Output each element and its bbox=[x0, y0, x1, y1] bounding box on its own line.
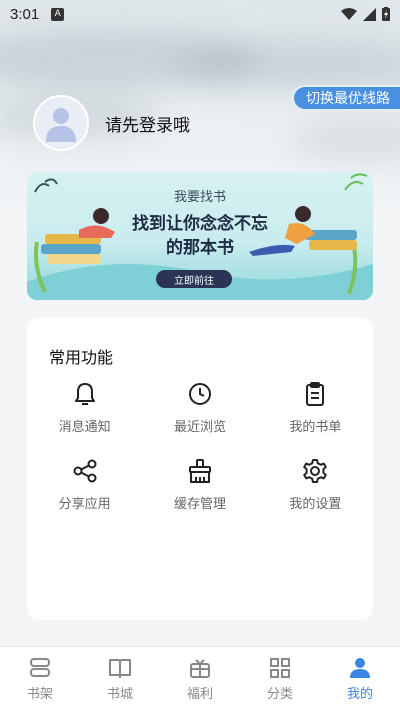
switch-route-button[interactable]: 切换最优线路 bbox=[292, 85, 400, 111]
tab-welfare[interactable]: 福利 bbox=[160, 647, 240, 712]
bell-icon bbox=[74, 383, 95, 405]
function-label: 缓存管理 bbox=[173, 497, 226, 512]
user-avatar-icon bbox=[46, 108, 76, 142]
signal-icon bbox=[363, 7, 376, 21]
gift-icon bbox=[190, 659, 210, 678]
profile-section[interactable]: 请先登录哦 bbox=[33, 95, 190, 151]
tab-label: 书架 bbox=[26, 687, 53, 702]
tab-label: 我的 bbox=[346, 687, 373, 702]
battery-icon bbox=[382, 7, 390, 21]
tab-label: 分类 bbox=[266, 687, 293, 702]
function-settings[interactable]: 我的设置 bbox=[258, 457, 373, 512]
open-book-icon bbox=[109, 659, 131, 678]
status-time: 3:01 bbox=[10, 5, 40, 23]
notification-badge-icon: A bbox=[51, 7, 65, 21]
broom-icon bbox=[188, 459, 211, 483]
person-icon bbox=[350, 658, 370, 678]
banner-headline: 找到让你念念不忘 的那本书 bbox=[27, 212, 373, 260]
login-prompt[interactable]: 请先登录哦 bbox=[105, 111, 190, 136]
function-recent[interactable]: 最近浏览 bbox=[142, 380, 257, 435]
function-label: 分享应用 bbox=[58, 497, 111, 512]
avatar[interactable] bbox=[33, 95, 89, 151]
gear-icon bbox=[303, 459, 328, 483]
function-booklist[interactable]: 我的书单 bbox=[258, 380, 373, 435]
banner-headline-line1: 找到让你念念不忘 bbox=[132, 214, 268, 234]
tab-mine[interactable]: 我的 bbox=[320, 647, 400, 712]
function-label: 我的设置 bbox=[289, 497, 342, 512]
banner-go-button[interactable]: 立即前往 bbox=[156, 270, 232, 288]
bottom-tab-bar: 书架 书城 福利 分类 我的 bbox=[0, 646, 400, 712]
grid-icon bbox=[270, 658, 290, 678]
bookshelf-icon bbox=[30, 658, 50, 677]
find-book-banner[interactable]: 我要找书 找到让你念念不忘 的那本书 立即前往 bbox=[27, 172, 373, 300]
section-title: 常用功能 bbox=[49, 348, 114, 367]
function-share[interactable]: 分享应用 bbox=[27, 457, 142, 512]
status-bar: 3:01 A bbox=[0, 0, 400, 28]
clipboard-icon bbox=[306, 382, 325, 406]
banner-headline-line2: 的那本书 bbox=[166, 238, 234, 258]
tab-label: 书城 bbox=[106, 687, 133, 702]
function-label: 最近浏览 bbox=[173, 420, 226, 435]
wifi-icon bbox=[341, 7, 357, 20]
common-functions-card: 常用功能 消息通知 最近浏览 我的书单 分享应用 缓存管理 我的设置 bbox=[27, 318, 373, 620]
function-cache[interactable]: 缓存管理 bbox=[142, 457, 257, 512]
tab-bookshelf[interactable]: 书架 bbox=[0, 647, 80, 712]
tab-bookstore[interactable]: 书城 bbox=[80, 647, 160, 712]
function-notifications[interactable]: 消息通知 bbox=[27, 380, 142, 435]
clock-icon bbox=[188, 383, 211, 405]
function-label: 消息通知 bbox=[58, 420, 111, 435]
function-label: 我的书单 bbox=[289, 420, 342, 435]
share-icon bbox=[73, 459, 97, 483]
tab-category[interactable]: 分类 bbox=[240, 647, 320, 712]
banner-title: 我要找书 bbox=[173, 190, 226, 205]
tab-label: 福利 bbox=[186, 687, 213, 702]
